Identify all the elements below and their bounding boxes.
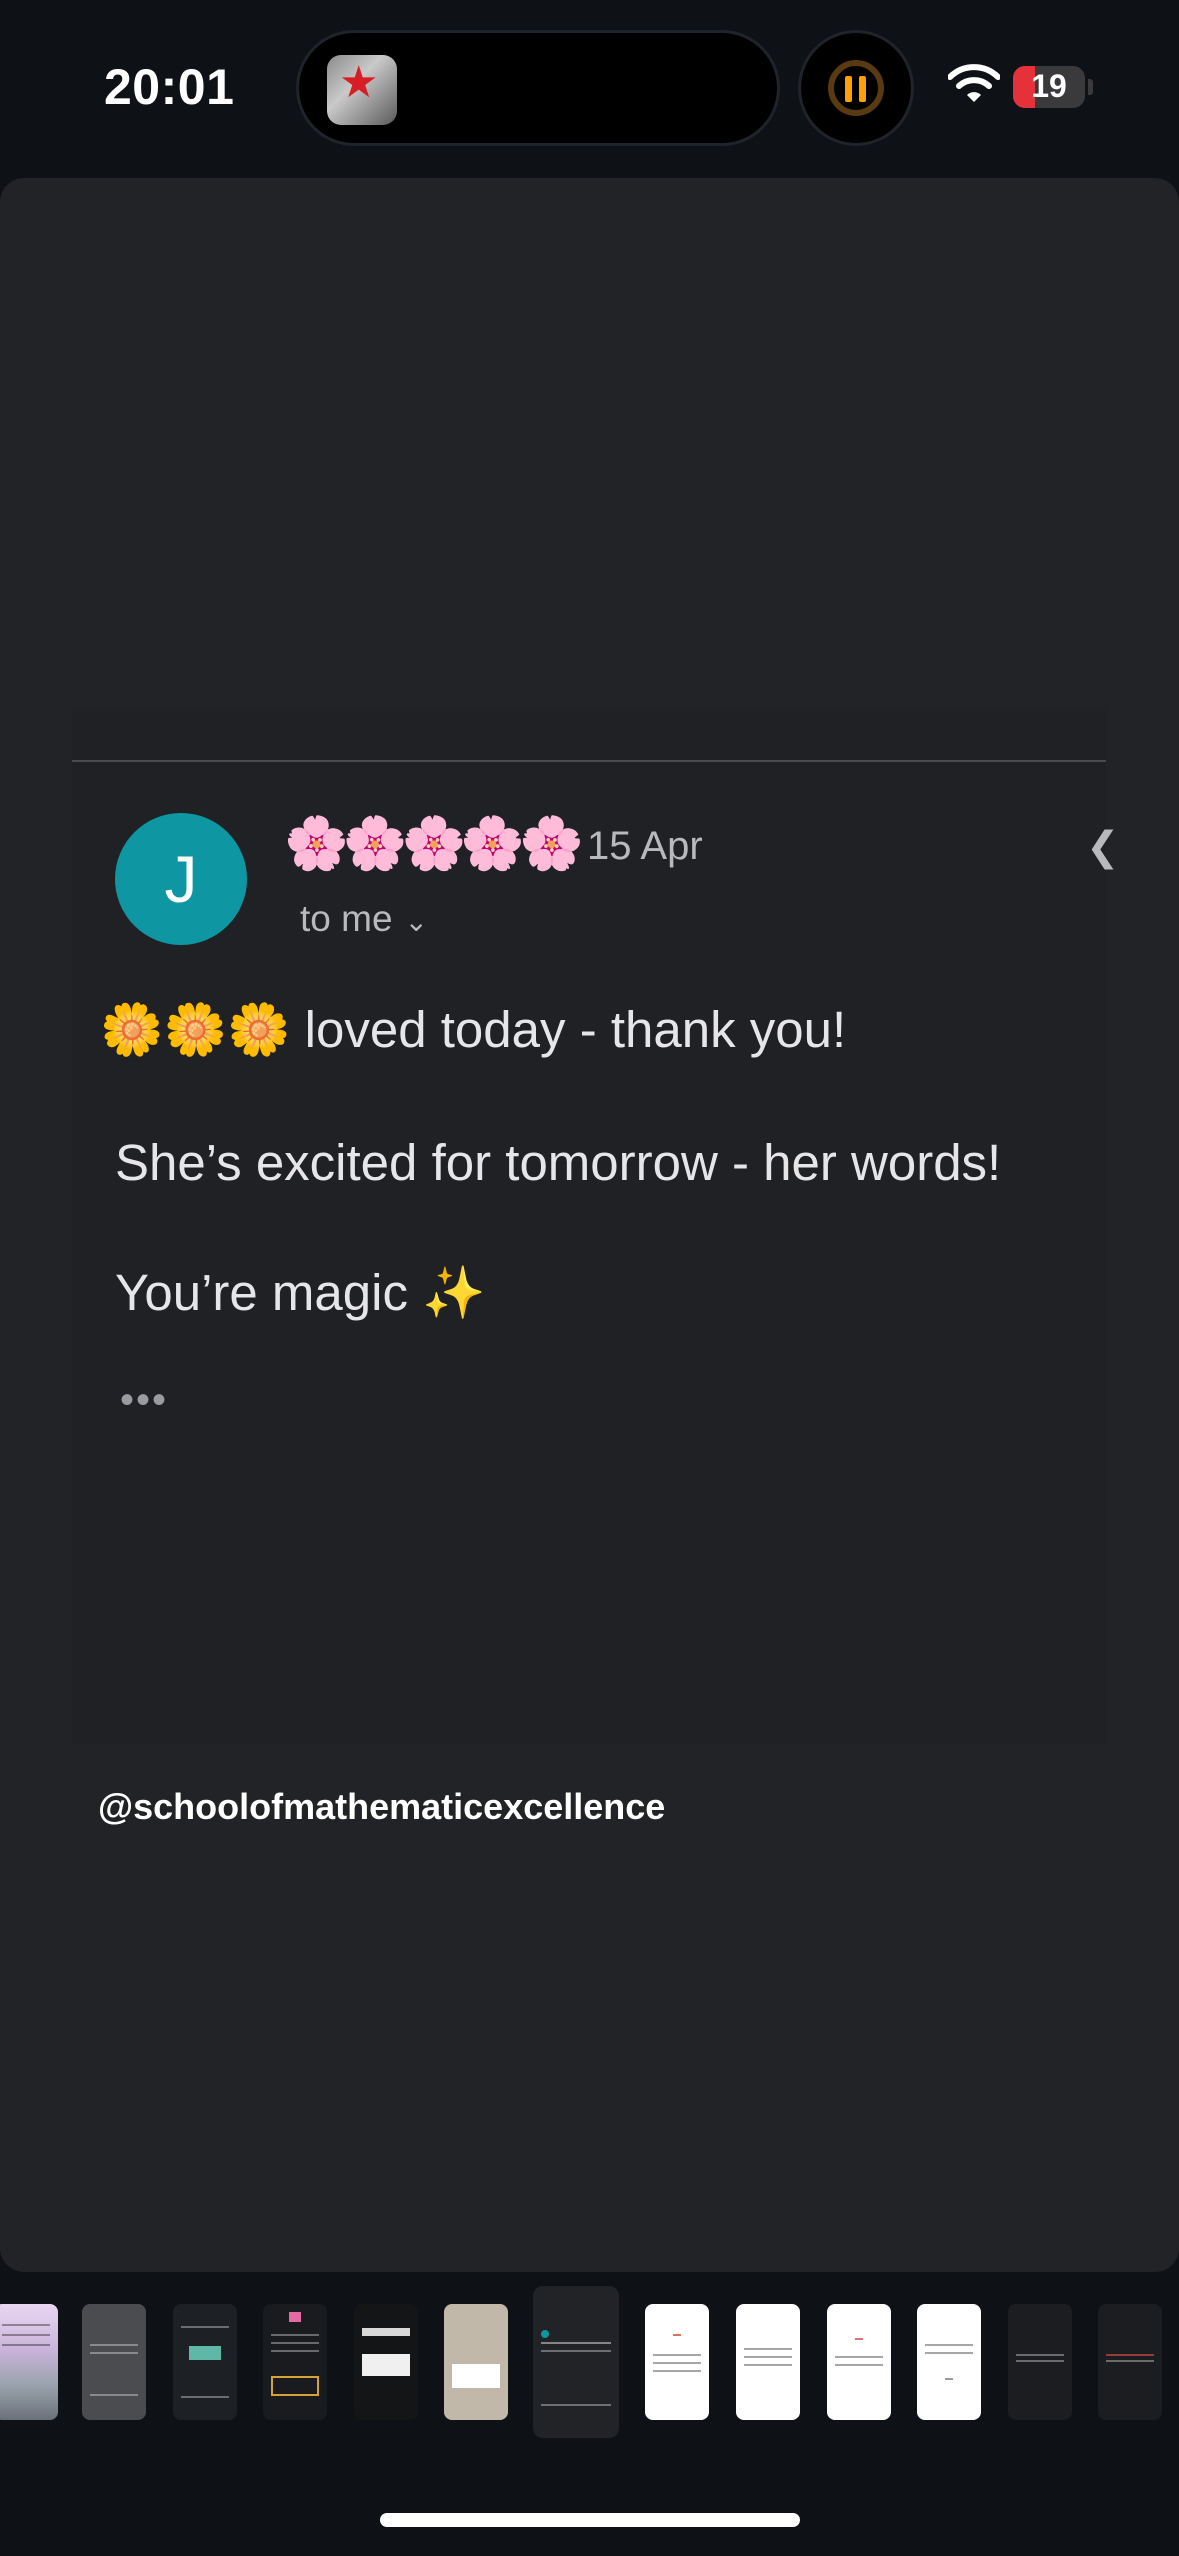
account-handle: @schoolofmathematicexcellence	[98, 1786, 666, 1827]
reply-icon: ❮	[1086, 825, 1120, 869]
recipient-label: to me	[300, 898, 393, 939]
story-thumbnail[interactable]	[263, 2304, 327, 2420]
sender-name: 🌸🌸🌸🌸🌸	[284, 814, 584, 874]
chevron-down-icon: ⌄	[404, 906, 429, 937]
story-thumbnail[interactable]	[444, 2304, 508, 2420]
story-thumbnail[interactable]	[1008, 2304, 1072, 2420]
divider	[72, 760, 1106, 762]
show-trimmed-content-icon: •••	[120, 1378, 169, 1422]
battery-cap	[1088, 79, 1093, 95]
story-thumbnail[interactable]	[645, 2304, 709, 2420]
avatar: J	[115, 813, 247, 945]
story-thumbnail[interactable]	[0, 2304, 58, 2420]
email-screenshot: J 🌸🌸🌸🌸🌸 15 Apr ❮ to me ⌄ 🌼🌼🌼 loved today …	[72, 708, 1120, 1744]
story-thumbnail[interactable]	[736, 2304, 800, 2420]
wifi-icon	[948, 64, 1000, 102]
now-playing-thumbnail[interactable]: ★	[327, 55, 397, 125]
battery-icon: 19	[1013, 66, 1085, 108]
story-thumbnail[interactable]	[917, 2304, 981, 2420]
recipient-line: to me ⌄	[300, 898, 428, 940]
star-icon: ★	[339, 58, 379, 107]
story-thumbnail[interactable]	[1098, 2304, 1162, 2420]
pause-button[interactable]	[798, 30, 914, 146]
email-body-line: She’s excited for tomorrow - her words!	[115, 1134, 1002, 1191]
story-thumbnail[interactable]	[354, 2304, 418, 2420]
email-body-line: You’re magic ✨	[115, 1264, 486, 1321]
email-body-line: 🌼🌼🌼 loved today - thank you!	[100, 1001, 847, 1058]
story-thumbnail[interactable]	[827, 2304, 891, 2420]
battery-level: 19	[1031, 68, 1067, 104]
status-time: 20:01	[104, 59, 235, 115]
dynamic-island[interactable]: ★	[296, 30, 780, 146]
story-thumbnail[interactable]	[82, 2304, 146, 2420]
story-thumbnail-selected[interactable]	[533, 2286, 619, 2438]
story-thumbnail[interactable]	[173, 2304, 237, 2420]
pause-icon	[845, 76, 869, 102]
thumbnail-strip[interactable]	[0, 2286, 1179, 2438]
email-date: 15 Apr	[587, 824, 703, 868]
home-indicator[interactable]	[380, 2513, 800, 2527]
